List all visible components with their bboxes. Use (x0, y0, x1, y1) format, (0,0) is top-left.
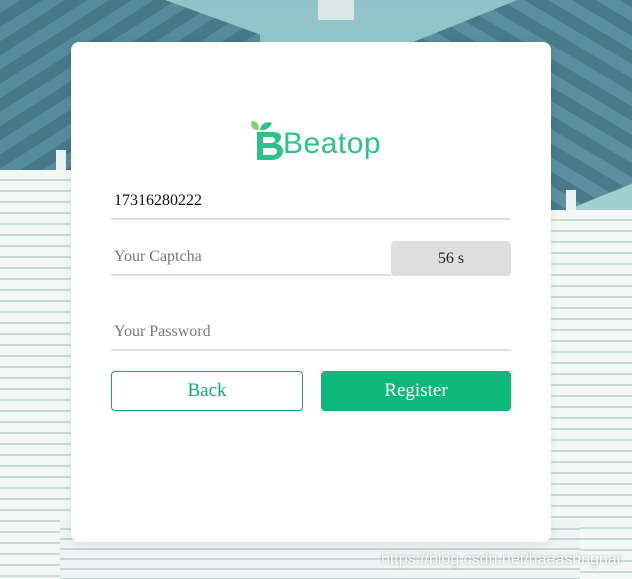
brand-name: Beatop (283, 127, 382, 160)
beatop-leaf-b-logo-icon (251, 121, 283, 160)
chimney (318, 0, 354, 20)
password-input[interactable] (111, 315, 511, 351)
captcha-countdown-button[interactable]: 56 s (391, 241, 511, 276)
register-card: Beatop 56 s Back Register (71, 42, 551, 542)
watermark-text: https://blog.csdn.net/haeasringnar (380, 551, 622, 568)
back-button[interactable]: Back (111, 371, 303, 411)
captcha-input[interactable] (111, 240, 391, 276)
register-button[interactable]: Register (321, 371, 511, 411)
brand-logo: Beatop (249, 118, 381, 162)
phone-input[interactable] (111, 184, 511, 220)
